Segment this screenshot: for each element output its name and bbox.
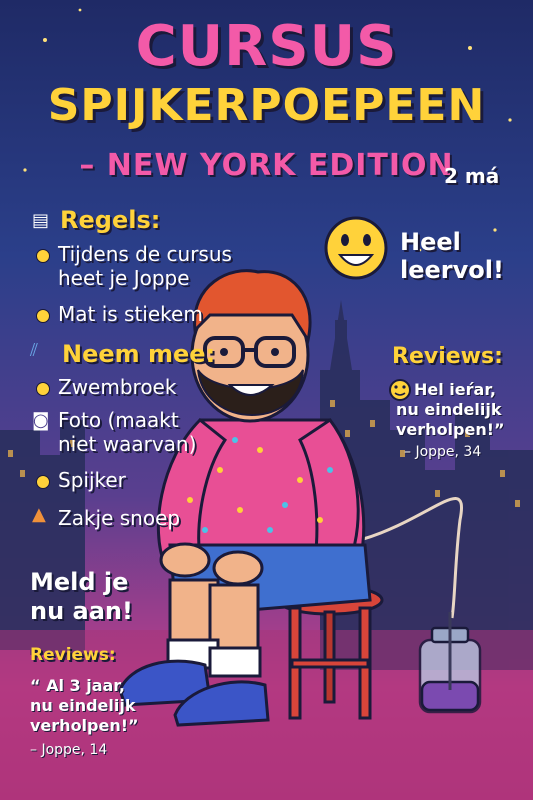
reviews-left-line-1: “ Al 3 jaar, — [30, 676, 125, 695]
bring-heading: Neem mee: — [62, 340, 216, 368]
title-line-2: SPIJKERPOEPEEN — [47, 80, 486, 131]
reviews-left-line-3: verholpen!” — [30, 716, 139, 735]
reviews-left-heading: Reviews: — [30, 645, 116, 665]
glass-jar — [418, 612, 482, 714]
poster: CURSUS SPIJKERPOEPEEN – NEW YORK EDITION… — [0, 0, 533, 800]
smiley-icon — [324, 216, 388, 280]
reviews-right-author: – Joppe, 34 — [404, 444, 482, 460]
bring-item-4: Zakje snoep — [58, 506, 181, 530]
rule-item-1-line-1: Tijdens de cursus — [58, 242, 232, 266]
reviews-left-line-2: nu eindelijk — [30, 696, 136, 715]
small-smiley-icon — [389, 379, 411, 401]
reviews-right-heading: Reviews: — [392, 344, 503, 369]
bring-item-1: Zwembroek — [58, 375, 177, 399]
bullet-icon — [36, 382, 50, 396]
bring-item-2-line-1: Foto (maakt — [58, 408, 179, 432]
clipboard-icon: ▤ — [32, 210, 50, 231]
bullet-icon — [36, 475, 50, 489]
title-line-1: CURSUS — [135, 14, 398, 79]
bullet-icon — [36, 309, 50, 323]
rule-item-1-line-2: heet je Joppe — [58, 266, 190, 290]
bullet-icon — [36, 249, 50, 263]
bring-item-2-line-2: niet waarvan) — [58, 432, 197, 456]
cta-line-2: nu aan! — [30, 597, 133, 625]
badge-line-1: Heel — [400, 228, 461, 256]
reviews-left-author: – Joppe, 14 — [30, 742, 108, 758]
cta-line-1: Meld je — [30, 568, 129, 596]
reviews-right-line-2: nu eindelijk — [396, 400, 502, 419]
badge-line-2: leervol! — [400, 256, 504, 284]
rules-heading: Regels: — [60, 206, 161, 234]
camera-icon: ◙ — [32, 410, 50, 431]
trousers-icon: ⫽ — [30, 340, 39, 361]
reviews-right-line-3: verholpen!” — [396, 420, 505, 439]
reviews-right-line-1: Hel ieŕar, — [414, 380, 496, 399]
duration-label: 2 má — [444, 164, 500, 188]
rule-item-2: Mat is stiekem — [58, 302, 203, 326]
bring-item-3: Spijker — [58, 468, 126, 492]
candy-bag-icon: ▲ — [32, 504, 46, 525]
